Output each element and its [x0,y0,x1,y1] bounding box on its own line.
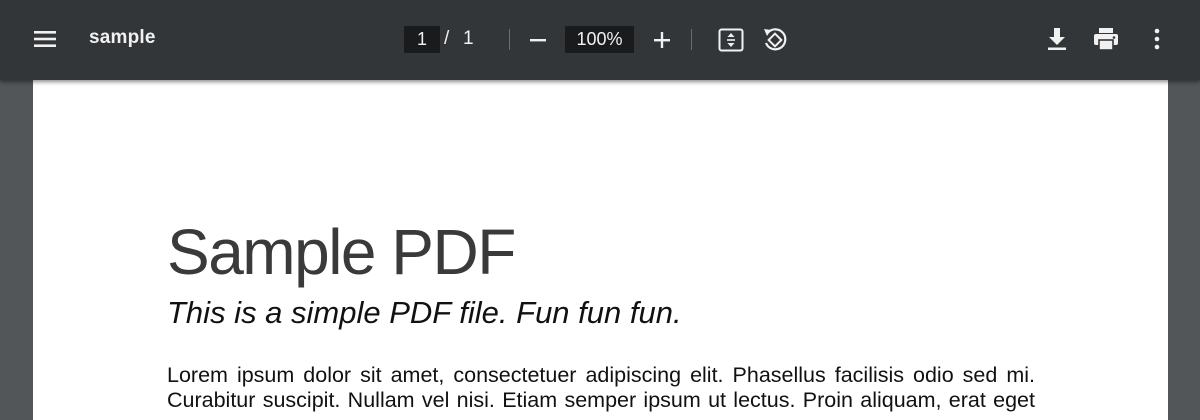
rotate-button[interactable] [758,23,792,57]
page-total: 1 [463,28,474,49]
minus-icon [530,39,546,42]
fit-to-page-icon [718,28,744,52]
pdf-page: Sample PDF This is a simple PDF file. Fu… [33,80,1168,420]
zoom-out-button[interactable] [522,24,554,56]
download-button[interactable] [1040,22,1074,56]
zoom-level-input[interactable]: 100% [565,26,634,53]
document-title: sample [89,27,156,48]
toolbar-divider [509,29,510,50]
print-button[interactable] [1089,22,1123,56]
pdf-subtitle: This is a simple PDF file. Fun fun fun. [167,295,682,330]
download-icon [1048,28,1066,50]
toolbar-divider [691,29,692,50]
zoom-in-button[interactable] [646,24,678,56]
rotate-counterclockwise-icon [764,28,787,51]
more-vertical-icon [1154,28,1160,50]
pdf-body-line: Lorem ipsum dolor sit amet, consectetuer… [167,363,1035,387]
pdf-body-line: Curabitur suscipit. Nullam vel nisi. Eti… [167,389,1035,412]
hamburger-menu-icon[interactable] [28,22,62,56]
page-number-input[interactable]: 1 [404,26,440,53]
pdf-heading: Sample PDF [167,216,516,288]
pdf-toolbar: sample 1 / 1 100% [0,0,1200,80]
fit-to-page-button[interactable] [714,23,748,57]
plus-icon [654,32,670,48]
more-options-button[interactable] [1140,22,1174,56]
page-separator: / [444,28,450,49]
print-icon [1094,28,1118,51]
